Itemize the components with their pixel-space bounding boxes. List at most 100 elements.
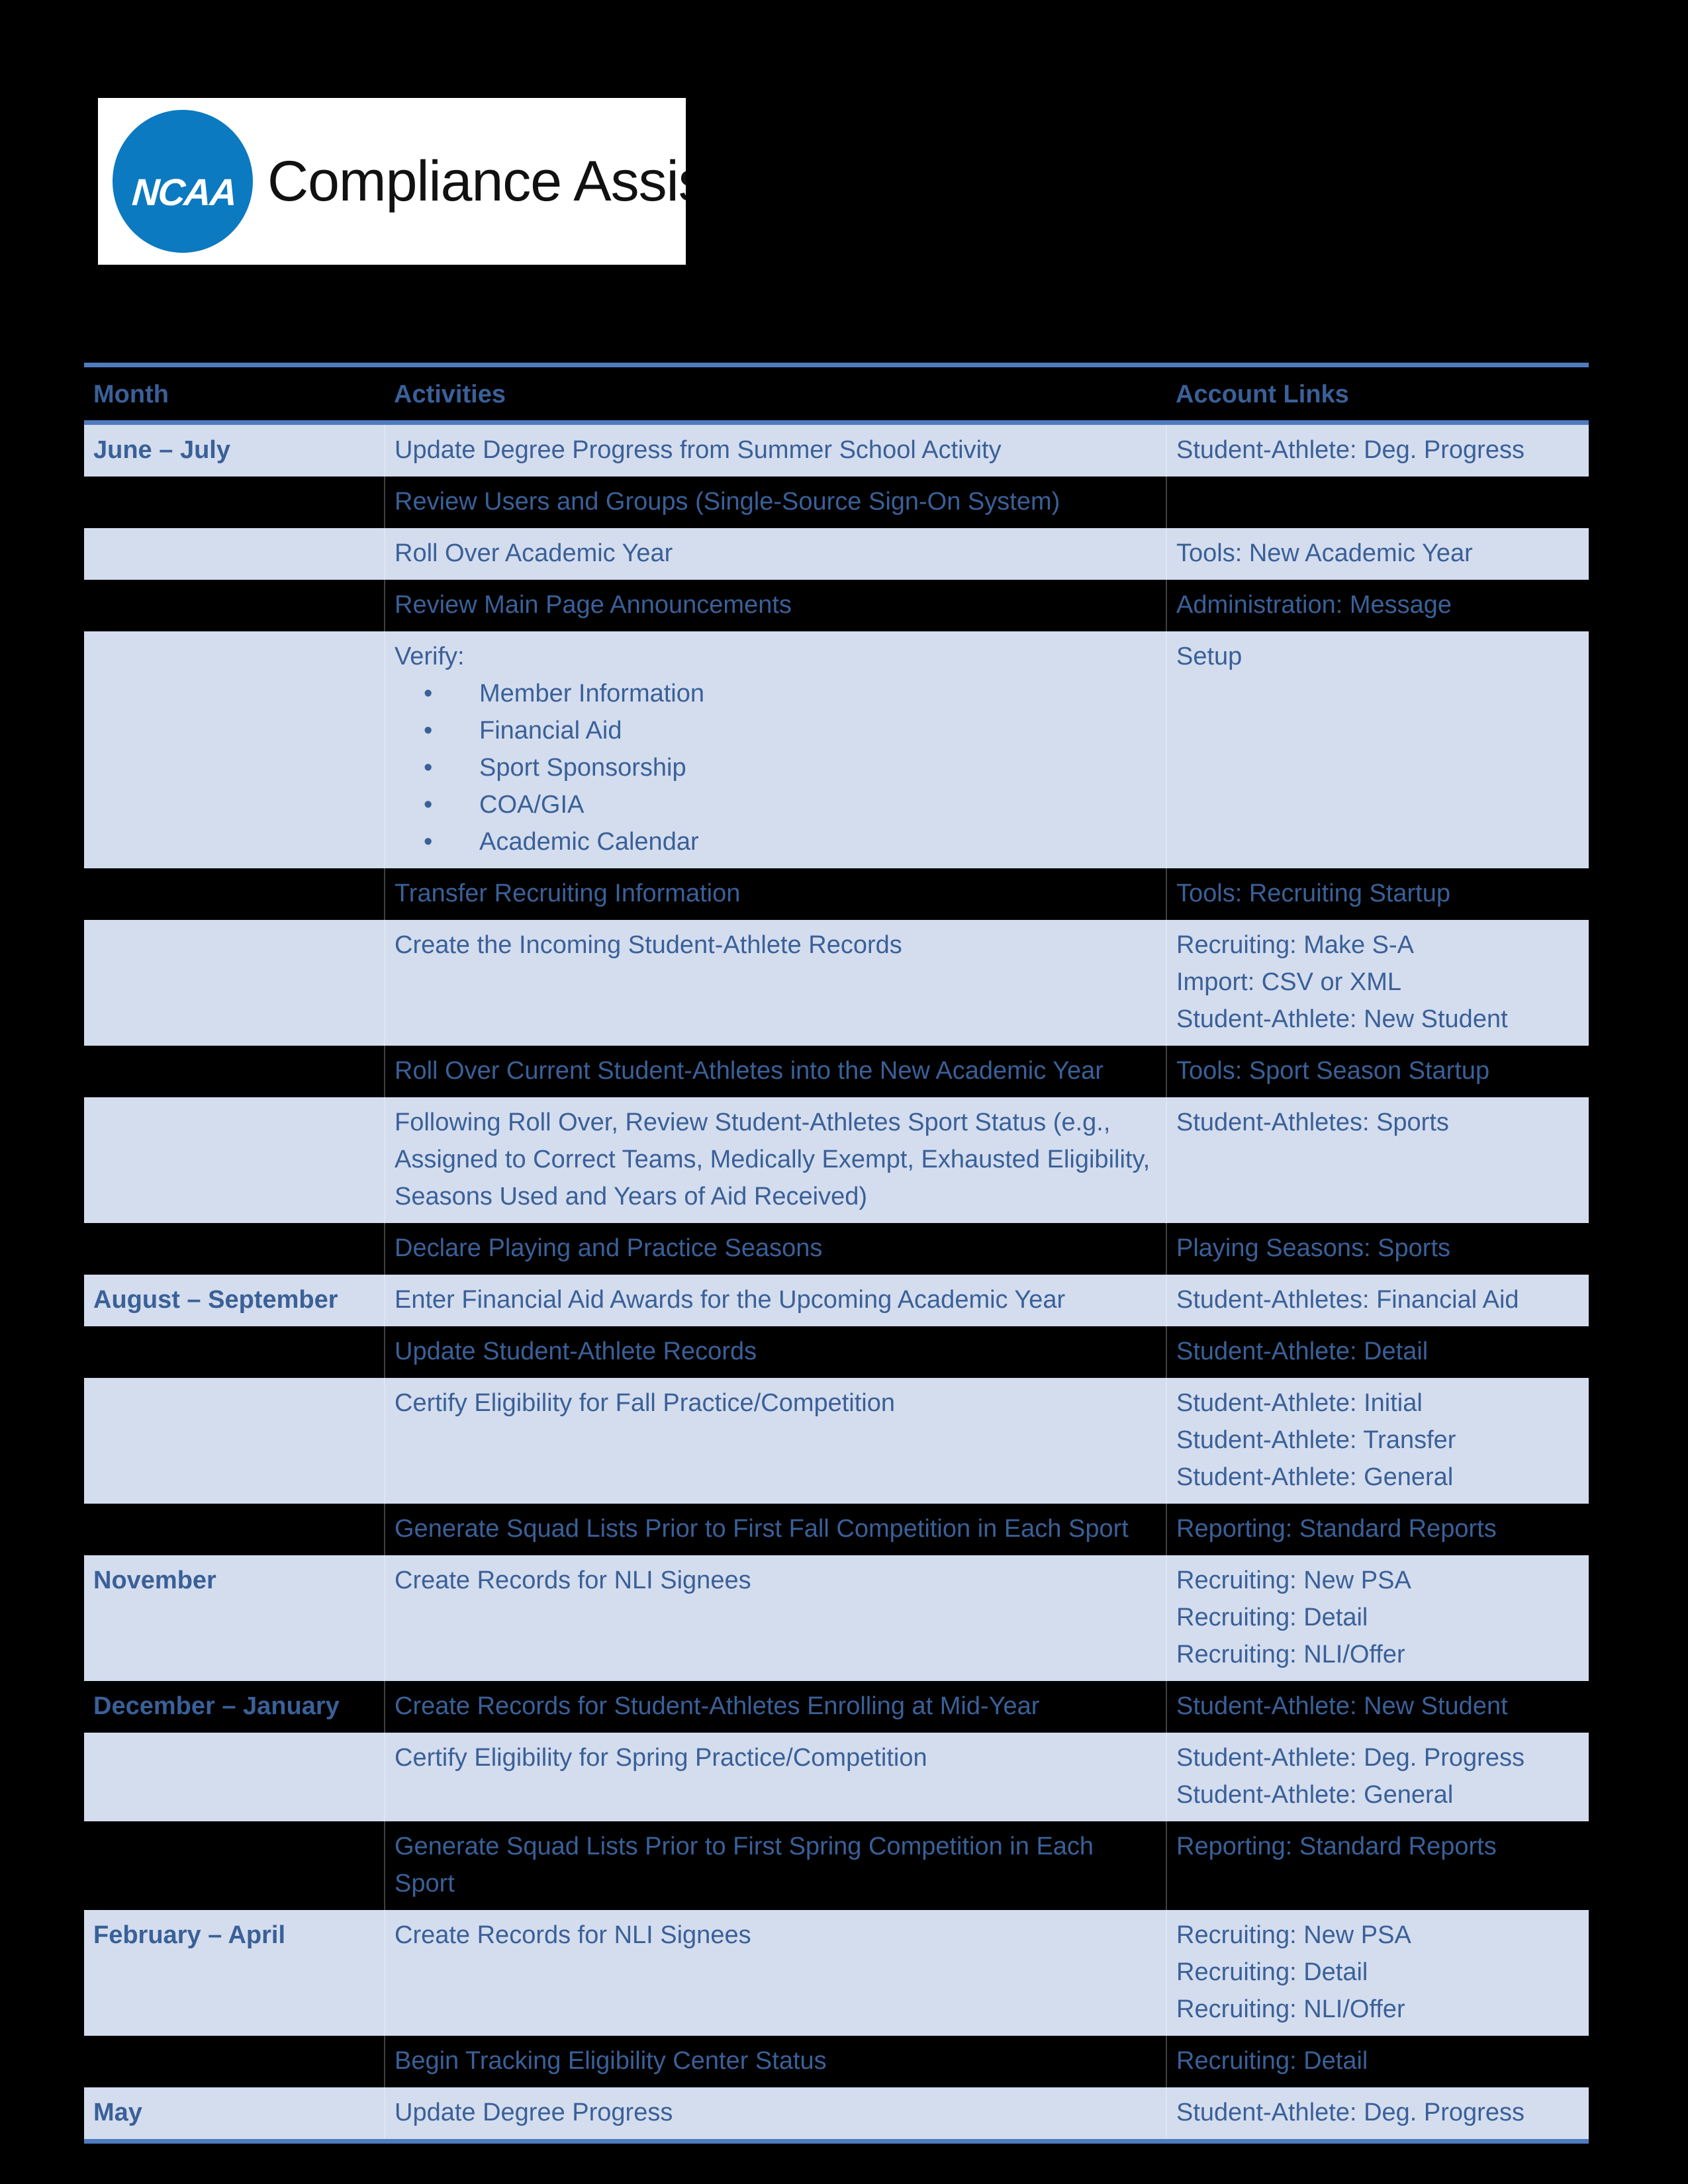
verify-bullet-item: Financial Aid [395,712,1156,749]
verify-bullet-item: Academic Calendar [395,823,1156,860]
cell-activity: Create Records for NLI Signees [384,1555,1166,1681]
ncaa-compliance-assistant-logo: NCAA ® Compliance Assistant [98,98,686,265]
table-header-row: Month Activities Account Links [84,363,1589,425]
cell-month: May [84,2087,385,2144]
table-row: Transfer Recruiting Information Tools: Re… [84,868,1589,920]
account-link-line: Recruiting: New PSA [1176,1567,1411,1594]
cell-month [84,580,385,631]
compliance-assistant-title: Compliance Assistant [267,150,686,213]
cell-activity: Update Degree Progress [384,2087,1166,2144]
cell-account-link: Tools: New Academic Year [1166,528,1589,580]
registered-trademark-icon: ® [234,210,243,223]
cell-activity: Roll Over Academic Year [384,528,1166,580]
ncaa-wordmark-text: NCAA [130,171,238,214]
cell-account-link: Reporting: Standard Reports [1166,1821,1589,1910]
cell-activity: Declare Playing and Practice Seasons [384,1223,1166,1275]
cell-account-link: Recruiting: Make S-A Import: CSV or XML St… [1166,920,1589,1046]
cell-month: December – January [93,1692,340,1720]
account-link-line: Recruiting: New PSA [1176,1921,1411,1949]
table-row: August – September Enter Financial Aid Aw… [84,1275,1589,1326]
cell-activity: Enter Financial Aid Awards for the Upcom… [384,1275,1166,1326]
table-row: Certify Eligibility for Fall Practice/Co… [84,1378,1589,1504]
verify-bullet-item: Sport Sponsorship [395,749,1156,786]
cell-account-link: Student-Athlete: Detail [1166,1326,1589,1378]
cell-activity: Create the Incoming Student-Athlete Reco… [384,920,1166,1046]
cell-activity: Following Roll Over, Review Student-Athl… [384,1097,1166,1223]
table-row: December – January Create Records for Stu… [84,1681,1589,1733]
account-link-line: Recruiting: NLI/Offer [1176,1641,1405,1668]
account-link-line: Recruiting: Detail [1176,1604,1368,1631]
cell-activity: Generate Squad Lists Prior to First Fall… [384,1504,1166,1555]
cell-account-link: Reporting: Standard Reports [1166,1504,1589,1555]
cell-month [84,1046,385,1097]
cell-month [84,631,385,868]
table-row: Update Student-Athlete Records Student-At… [84,1326,1589,1378]
table-row: Declare Playing and Practice Seasons Play… [84,1223,1589,1275]
cell-month [84,1223,385,1275]
cell-account-link: Student-Athletes: Sports [1166,1097,1589,1223]
cell-month [84,528,385,580]
cell-activity: Update Degree Progress from Summer Schoo… [384,422,1166,477]
cell-activity: Review Users and Groups (Single-Source S… [384,477,1166,528]
table-row: Certify Eligibility for Spring Practice/… [84,1733,1589,1821]
account-link-line: Student-Athlete: General [1176,1463,1454,1491]
verify-bullet-item: COA/GIA [395,786,1156,823]
verify-bullet-list: Member InformationFinancial AidSport Spo… [395,675,1156,860]
cell-account-link: Administration: Message [1166,580,1589,631]
cell-account-link: Setup [1166,631,1589,868]
table-row: Review Main Page Announcements Administra… [84,580,1589,631]
column-header-account-links: Account Links [1166,363,1589,425]
cell-month [84,868,385,920]
cell-account-link: Student-Athlete: Deg. Progress [1166,2087,1589,2144]
cell-account-link: Student-Athletes: Financial Aid [1166,1275,1589,1326]
cell-activity: Create Records for Student-Athletes Enro… [384,1681,1166,1733]
account-link-line: Student-Athlete: General [1176,1781,1454,1809]
cell-account-link: Student-Athlete: Deg. Progress Student-At… [1166,1733,1589,1821]
cell-month: February – April [84,1910,385,2036]
table-row: Begin Tracking Eligibility Center Status… [84,2036,1589,2087]
account-link-line: Student-Athlete: Initial [1176,1389,1423,1417]
account-link-line: Student-Athlete: New Student [1176,1005,1508,1033]
table-row: February – April Create Records for NLI S… [84,1910,1589,2036]
cell-account-link: Recruiting: Detail [1166,2036,1589,2087]
table-row: Following Roll Over, Review Student-Athl… [84,1097,1589,1223]
cell-month [84,1821,385,1910]
cell-activity: Create Records for NLI Signees [384,1910,1166,2036]
cell-month: August – September [84,1275,385,1326]
account-link-line: Recruiting: Detail [1176,1958,1368,1986]
cell-month [84,920,385,1046]
cell-month: June – July [84,422,385,477]
table-row: Generate Squad Lists Prior to First Fall… [84,1504,1589,1555]
cell-account-link: Tools: Sport Season Startup [1166,1046,1589,1097]
cell-activity: Update Student-Athlete Records [384,1326,1166,1378]
table-row: Generate Squad Lists Prior to First Spri… [84,1821,1589,1910]
table-row: June – July Update Degree Progress from S… [84,422,1589,477]
table-row: November Create Records for NLI Signees Re… [84,1555,1589,1681]
cell-activity: Roll Over Current Student-Athletes into … [384,1046,1166,1097]
table-row: May Update Degree Progress Student-Athlete… [84,2087,1589,2144]
cell-month [84,1378,385,1504]
account-link-line: Recruiting: NLI/Offer [1176,1995,1405,2023]
compliance-calendar-table: Month Activities Account Links June – Ju… [84,363,1589,2144]
table-row: Roll Over Academic Year Tools: New Academ… [84,528,1589,580]
cell-account-link [1166,477,1589,528]
cell-activity: Certify Eligibility for Fall Practice/Co… [384,1378,1166,1504]
table-row: Verify: Member InformationFinancial AidSp… [84,631,1589,868]
account-link-line: Recruiting: Make S-A [1176,931,1415,959]
column-header-month: Month [84,363,385,425]
table-body: June – July Update Degree Progress from S… [84,422,1589,2144]
verify-heading: Verify: [395,643,465,670]
cell-account-link: Student-Athlete: Deg. Progress [1166,422,1589,477]
cell-activity: Generate Squad Lists Prior to First Spri… [384,1821,1166,1910]
logo-inner: NCAA ® Compliance Assistant [98,98,686,265]
cell-month [84,1326,385,1378]
cell-month [84,477,385,528]
cell-account-link: Playing Seasons: Sports [1166,1223,1589,1275]
cell-account-link: Student-Athlete: Initial Student-Athlete:… [1166,1378,1589,1504]
account-link-line: Import: CSV or XML [1176,968,1401,996]
account-link-line: Student-Athlete: Transfer [1176,1426,1456,1454]
cell-account-link: Recruiting: New PSA Recruiting: Detail Rec… [1166,1910,1589,2036]
cell-month [84,1733,385,1821]
table-row: Review Users and Groups (Single-Source S… [84,477,1589,528]
verify-bullet-item: Member Information [395,675,1156,712]
